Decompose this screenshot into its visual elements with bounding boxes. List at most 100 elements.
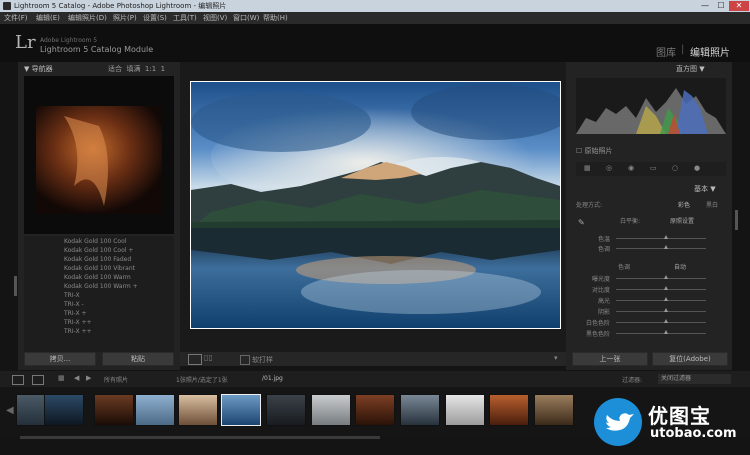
list-item[interactable]: TRI-X - — [64, 300, 84, 309]
filmstrip-thumbnail[interactable] — [178, 394, 218, 426]
slider-track[interactable] — [616, 311, 706, 312]
filmstrip-thumbnail-selected[interactable] — [221, 394, 261, 426]
slider-knob[interactable] — [664, 235, 668, 239]
source-label[interactable]: 所有照片 — [104, 375, 128, 384]
secondary-window-icon[interactable] — [32, 375, 44, 385]
paste-settings-button[interactable]: 粘贴 — [102, 352, 174, 366]
maximize-button[interactable]: ☐ — [713, 1, 729, 11]
slider-track[interactable] — [616, 289, 706, 290]
wb-select[interactable]: 原照设置 — [670, 216, 694, 225]
filmstrip-thumbnail[interactable] — [355, 394, 395, 426]
slider-knob[interactable] — [664, 297, 668, 301]
exposure-slider[interactable]: 曝光度 — [576, 274, 731, 283]
grid-icon[interactable]: ▦ — [58, 374, 65, 382]
list-item[interactable]: TRI-X — [64, 291, 80, 300]
copy-settings-button[interactable]: 拷贝... — [24, 352, 96, 366]
list-item[interactable]: Kodak Gold 100 Vibrant — [64, 264, 135, 273]
slider-track[interactable] — [616, 333, 706, 334]
eyedropper-icon[interactable]: ✎ — [578, 218, 585, 227]
temp-slider[interactable]: 色温 — [576, 234, 731, 243]
list-item[interactable]: TRI-X ++ — [64, 318, 92, 327]
list-item[interactable]: Kodak Gold 100 Warm — [64, 273, 131, 282]
list-item[interactable]: Kodak Gold 100 Cool — [64, 237, 126, 246]
slider-track[interactable] — [616, 322, 706, 323]
slider-knob[interactable] — [664, 308, 668, 312]
list-item[interactable]: TRI-X ++ — [64, 327, 92, 336]
menu-photo[interactable]: 照片(P) — [113, 12, 137, 24]
shadows-slider[interactable]: 阴影 — [576, 307, 731, 316]
tint-slider[interactable]: 色调 — [576, 244, 731, 253]
softproof-checkbox[interactable] — [240, 355, 250, 365]
slider-track[interactable] — [616, 278, 706, 279]
zoom-fill[interactable]: 填满 — [126, 65, 140, 73]
previous-button[interactable]: 上一张 — [572, 352, 648, 366]
filmstrip-thumbnail[interactable] — [44, 394, 84, 426]
left-panel-toggle[interactable] — [14, 276, 17, 296]
list-item[interactable]: Kodak Gold 100 Faded — [64, 255, 131, 264]
list-item[interactable]: Kodak Gold 100 Cool + — [64, 246, 133, 255]
menu-window[interactable]: 窗口(W) — [233, 12, 259, 24]
slider-track[interactable] — [616, 238, 706, 239]
zoom-custom[interactable]: 1 — [161, 65, 165, 73]
red-eye-icon[interactable]: ◉ — [628, 164, 634, 172]
original-photo-label[interactable]: ☐ 原始照片 — [576, 146, 613, 156]
filmstrip-thumbnail[interactable] — [311, 394, 351, 426]
reset-button[interactable]: 复位(Adobe) — [652, 352, 728, 366]
slider-knob[interactable] — [664, 319, 668, 323]
graduated-filter-icon[interactable]: ▭ — [650, 164, 657, 172]
treatment-bw[interactable]: 黑白 — [706, 200, 718, 209]
contrast-slider[interactable]: 对比度 — [576, 285, 731, 294]
menu-file[interactable]: 文件(F) — [4, 12, 28, 24]
module-tab-develop[interactable]: 编辑照片 — [690, 44, 730, 59]
close-button[interactable]: ✕ — [729, 1, 749, 11]
loupe-view-icon[interactable] — [188, 354, 202, 365]
menu-develop[interactable]: 编辑照片(D) — [68, 12, 107, 24]
module-tab-library[interactable]: 图库 — [656, 44, 676, 59]
main-photo[interactable] — [190, 81, 561, 329]
right-panel-toggle[interactable] — [735, 210, 738, 230]
list-item[interactable]: TRI-X + — [64, 309, 87, 318]
filmstrip-scroll-left-icon[interactable]: ◀ — [6, 405, 14, 416]
filter-select[interactable]: 关闭过滤器 — [658, 374, 731, 384]
histogram-header[interactable]: 直方图 ▼ — [676, 64, 705, 74]
compare-view-icon[interactable]: ▯▯ — [204, 353, 213, 362]
toolbar-menu-icon[interactable]: ▾ — [554, 354, 558, 362]
slider-track[interactable] — [616, 300, 706, 301]
navigator-header[interactable]: ▼ 导航器 — [24, 64, 53, 74]
spot-removal-icon[interactable]: ◎ — [606, 164, 612, 172]
blacks-slider[interactable]: 黑色色阶 — [576, 329, 731, 338]
highlights-slider[interactable]: 高光 — [576, 296, 731, 305]
radial-filter-icon[interactable]: ○ — [672, 164, 678, 172]
minimize-button[interactable]: — — [697, 1, 713, 11]
adjustment-brush-icon[interactable]: ● — [694, 164, 700, 172]
menu-tools[interactable]: 工具(T) — [173, 12, 197, 24]
slider-knob[interactable] — [664, 275, 668, 279]
menu-settings[interactable]: 设置(S) — [143, 12, 167, 24]
whites-slider[interactable]: 白色色阶 — [576, 318, 731, 327]
slider-knob[interactable] — [664, 286, 668, 290]
zoom-fit[interactable]: 适合 — [108, 65, 122, 73]
forward-arrow-icon[interactable]: ▶ — [86, 374, 91, 382]
slider-track[interactable] — [616, 248, 706, 249]
slider-knob[interactable] — [664, 330, 668, 334]
filmstrip-thumbnail[interactable] — [445, 394, 485, 426]
back-arrow-icon[interactable]: ◀ — [74, 374, 79, 382]
navigator-preview[interactable] — [24, 76, 174, 234]
primary-window-icon[interactable] — [12, 375, 24, 385]
histogram[interactable] — [576, 78, 726, 134]
menu-help[interactable]: 帮助(H) — [263, 12, 288, 24]
menu-view[interactable]: 视图(V) — [203, 12, 227, 24]
filmstrip-thumbnail[interactable] — [94, 394, 134, 426]
zoom-1to1[interactable]: 1:1 — [145, 65, 156, 73]
filmstrip-thumbnail[interactable] — [135, 394, 175, 426]
filmstrip-thumbnail[interactable] — [489, 394, 529, 426]
filmstrip-thumbnail[interactable] — [534, 394, 574, 426]
menu-edit[interactable]: 编辑(E) — [36, 12, 60, 24]
crop-tool-icon[interactable]: ▦ — [584, 164, 591, 172]
filmstrip-scrollbar[interactable] — [20, 436, 380, 439]
treatment-color[interactable]: 彩色 — [678, 200, 690, 209]
list-item[interactable]: Kodak Gold 100 Warm + — [64, 282, 138, 291]
filmstrip-thumbnail[interactable] — [400, 394, 440, 426]
slider-knob[interactable] — [664, 245, 668, 249]
auto-tone-button[interactable]: 自动 — [674, 262, 686, 271]
